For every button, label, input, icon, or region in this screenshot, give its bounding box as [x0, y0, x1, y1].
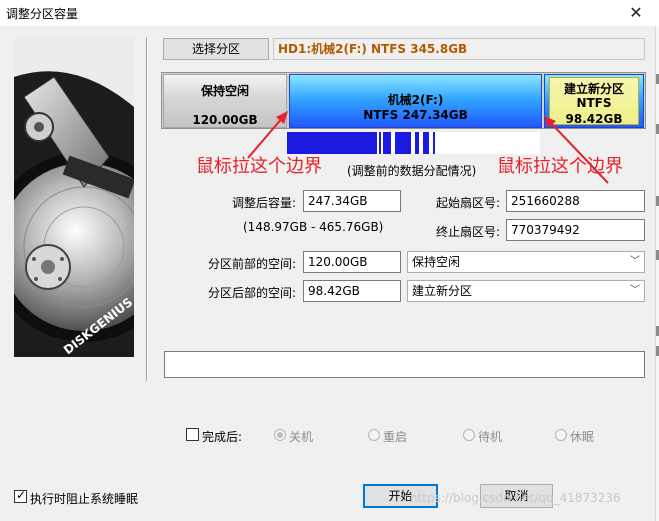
resize-partition-dialog: 调整分区容量 ✕ DISKGENIUS 选择分区 HD1:机械2(F:) NTF… — [0, 0, 659, 521]
annotation-right: 鼠标拉这个边界 — [497, 156, 623, 177]
prevent-sleep-checkbox[interactable]: ✓ — [14, 488, 27, 503]
chevron-down-icon: ﹀ — [630, 256, 640, 267]
end-sector-input[interactable]: 770379492 — [506, 219, 645, 241]
start-sector-input[interactable]: 251660288 — [506, 190, 645, 212]
watermark: https://blog.csdn.net/qq_41873236 — [410, 491, 621, 505]
adjusted-size-label: 调整后容量: — [232, 196, 297, 210]
radio-standby[interactable] — [463, 429, 475, 441]
start-sector-label: 起始扇区号: — [436, 196, 501, 210]
radio-shutdown-label: 关机 — [289, 430, 314, 444]
adjusted-size-input[interactable]: 247.34GB — [303, 190, 401, 212]
radio-standby-label: 待机 — [478, 430, 503, 444]
after-space-input[interactable]: 98.42GB — [303, 280, 401, 302]
after-space-select[interactable]: 建立新分区 ﹀ — [407, 280, 645, 302]
before-space-label: 分区前部的空间: — [208, 257, 297, 271]
after-space-label: 分区后部的空间: — [208, 286, 297, 300]
radio-hibernate[interactable] — [555, 429, 567, 441]
radio-restart[interactable] — [368, 429, 380, 441]
size-range: (148.97GB - 465.76GB) — [243, 220, 384, 234]
checkmark-icon: ✓ — [16, 488, 27, 502]
radio-shutdown[interactable] — [274, 429, 286, 441]
after-completion-checkbox[interactable] — [186, 428, 199, 441]
after-completion-label: 完成后: — [202, 430, 243, 444]
end-sector-label: 终止扇区号: — [436, 225, 501, 239]
progress-bar — [164, 351, 645, 378]
chevron-down-icon: ﹀ — [630, 285, 640, 296]
annotation-left: 鼠标拉这个边界 — [196, 156, 322, 177]
distribution-note: (调整前的数据分配情况) — [347, 164, 477, 178]
before-space-select[interactable]: 保持空闲 ﹀ — [407, 251, 645, 273]
radio-restart-label: 重启 — [383, 430, 408, 444]
prevent-sleep-label: 执行时阻止系统睡眠 — [30, 492, 139, 506]
radio-hibernate-label: 休眠 — [570, 430, 595, 444]
before-space-input[interactable]: 120.00GB — [303, 251, 401, 273]
before-space-option: 保持空闲 — [412, 255, 461, 269]
after-space-option: 建立新分区 — [412, 284, 473, 298]
